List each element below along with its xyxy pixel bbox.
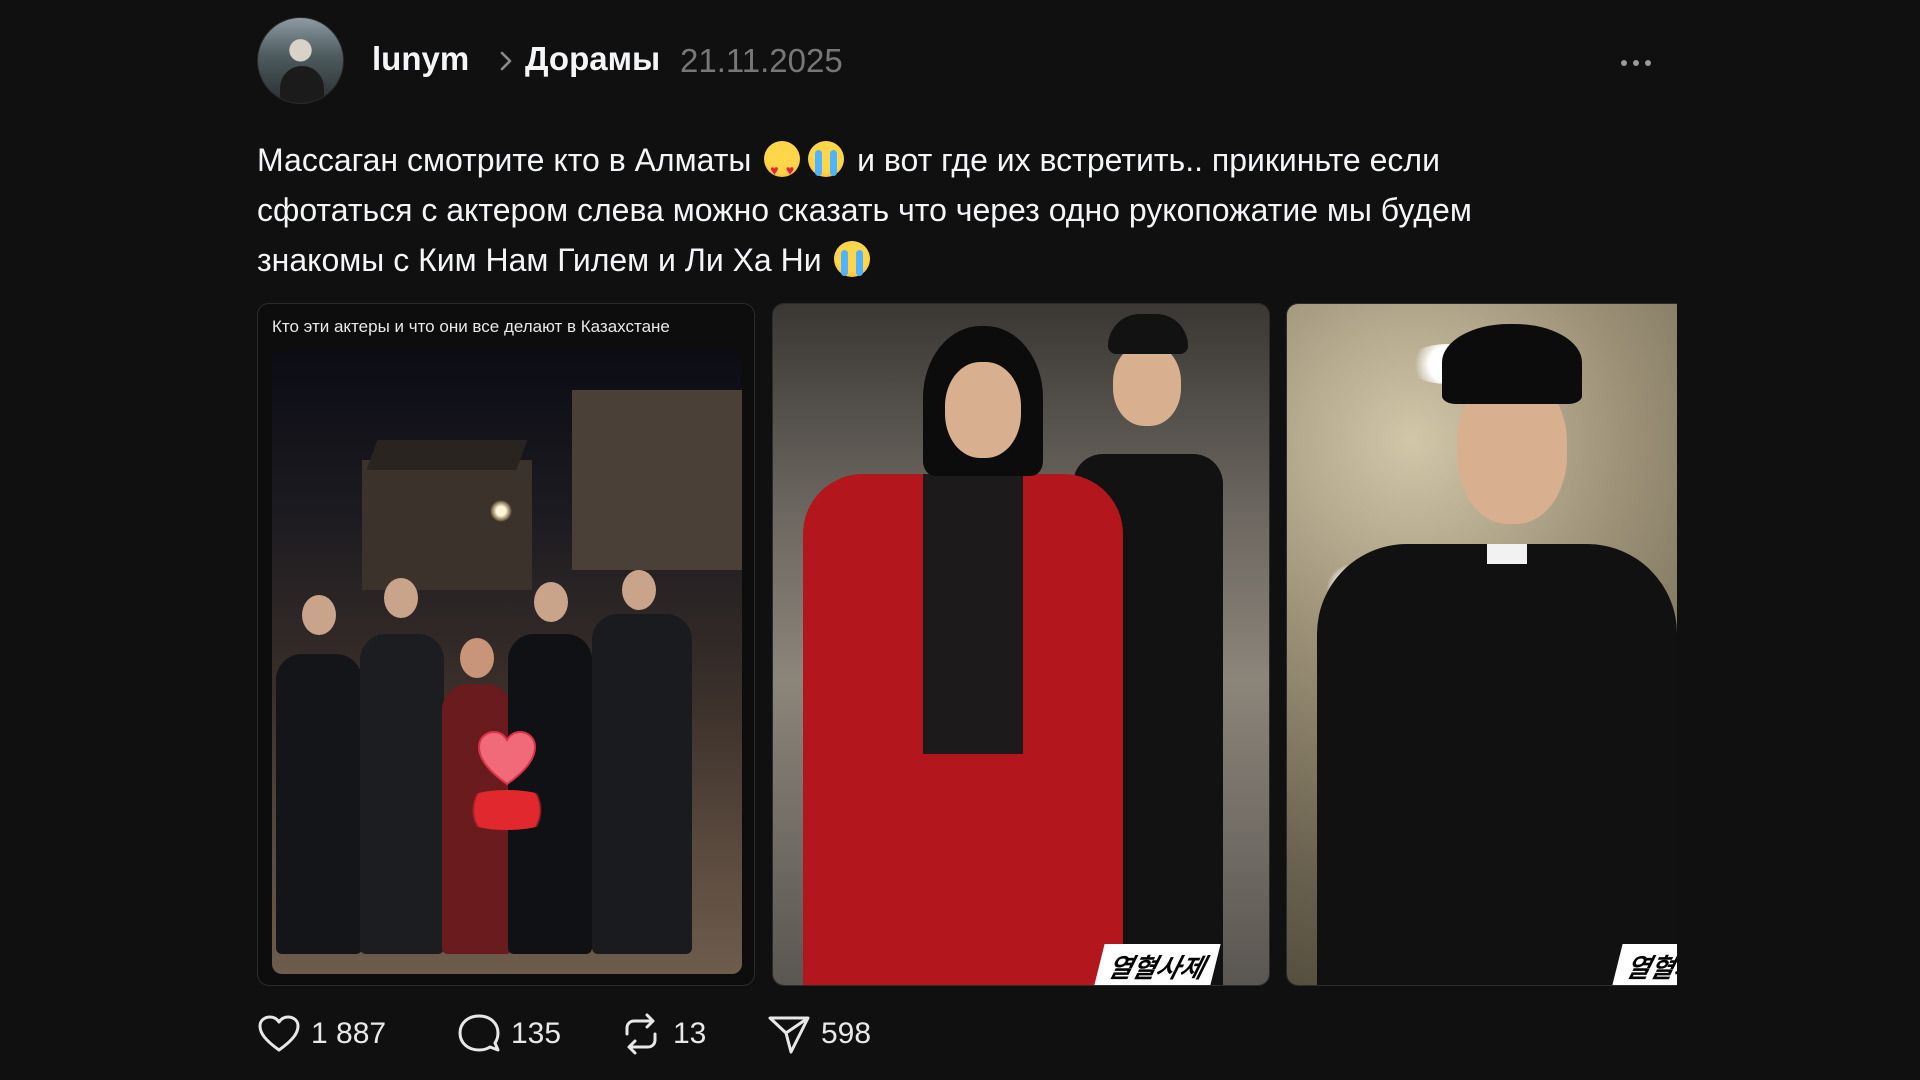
chevron-right-icon <box>500 51 512 71</box>
repost-count: 13 <box>673 1017 707 1050</box>
post-header: lunym Дорамы 21.11.2025 <box>257 16 1677 106</box>
post-text-line-2: сфотаться с актером слева можно сказать … <box>257 192 1472 228</box>
thread-post: lunym Дорамы 21.11.2025 Массаган смотрит… <box>257 16 1677 1076</box>
avatar[interactable] <box>257 17 344 104</box>
share-button[interactable]: 598 <box>767 1006 871 1062</box>
comment-button[interactable]: 135 <box>457 1006 561 1062</box>
comment-count: 135 <box>511 1017 562 1050</box>
media-image-2[interactable]: 열혈사제 <box>772 303 1270 986</box>
post-text-line-3: знакомы с Ким Нам Гилем и Ли Ха Ни <box>257 235 1657 285</box>
drama-watermark: 열혈사 <box>1611 944 1677 985</box>
media-image-1[interactable]: Кто эти актеры и что они все делают в Ка… <box>257 303 755 986</box>
media-image-3[interactable]: 열혈사 <box>1286 303 1677 986</box>
media-carousel[interactable]: Кто эти актеры и что они все делают в Ка… <box>257 303 1677 986</box>
group-photo <box>272 350 742 974</box>
post-text: Массаган смотрите кто в Алматы и вот где… <box>257 135 1657 285</box>
share-count: 598 <box>821 1017 872 1050</box>
repost-icon <box>625 1013 657 1055</box>
author-username[interactable]: lunym <box>372 40 469 78</box>
post-actions: 1 887 135 13 598 <box>257 1006 1057 1062</box>
media-caption: Кто эти актеры и что они все делают в Ка… <box>272 317 670 336</box>
heart-eyes-emoji <box>764 141 801 195</box>
more-horizontal-icon[interactable] <box>1619 56 1653 70</box>
crying-emoji <box>808 141 845 177</box>
heart-sticker-icon <box>477 730 537 786</box>
post-date: 21.11.2025 <box>680 42 843 79</box>
drama-watermark: 열혈사제 <box>1093 944 1221 985</box>
community-link[interactable]: Дорамы <box>525 40 660 78</box>
crying-emoji <box>834 241 871 277</box>
heart-icon <box>258 1015 300 1052</box>
comment-icon <box>458 1014 500 1052</box>
like-count: 1 887 <box>311 1017 387 1050</box>
like-button[interactable]: 1 887 <box>257 1006 386 1062</box>
repost-button[interactable]: 13 <box>619 1006 706 1062</box>
send-icon <box>768 1016 810 1054</box>
post-text-line-1: Массаган смотрите кто в Алматы и вот где… <box>257 135 1657 195</box>
